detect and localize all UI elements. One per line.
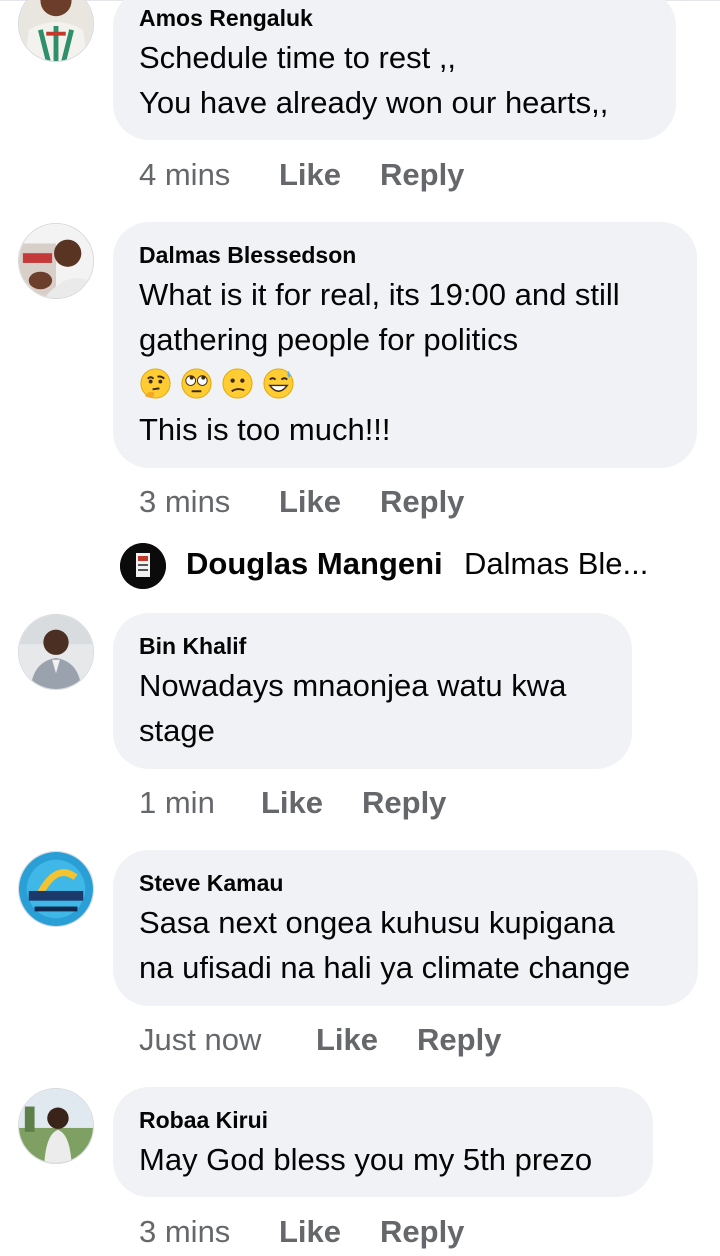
- like-button[interactable]: Like: [279, 1214, 341, 1250]
- comment-bubble: Amos Rengaluk Schedule time to rest ,, Y…: [113, 0, 676, 140]
- comment-time[interactable]: 1 min: [139, 785, 215, 821]
- comment-bubble: Bin Khalif Nowadays mnaonjea watu kwa st…: [113, 613, 632, 769]
- confused-face-icon: [222, 368, 253, 399]
- comment-text: This is too much!!!: [139, 412, 391, 447]
- reply-text: Dalmas Ble...: [464, 546, 649, 581]
- reply-button[interactable]: Reply: [417, 1022, 501, 1058]
- comment-bubble: Robaa Kirui May God bless you my 5th pre…: [113, 1087, 653, 1197]
- like-button[interactable]: Like: [261, 785, 323, 821]
- grinning-face-with-sweat-icon: [263, 368, 294, 399]
- reply-button[interactable]: Reply: [380, 1214, 464, 1250]
- face-with-rolling-eyes-icon: [181, 368, 212, 399]
- comment-author[interactable]: Bin Khalif: [139, 633, 246, 660]
- reply-button[interactable]: Reply: [362, 785, 446, 821]
- comment-author[interactable]: Amos Rengaluk: [139, 5, 313, 32]
- like-button[interactable]: Like: [279, 157, 341, 193]
- comment-text: Nowadays mnaonjea watu kwa: [139, 668, 567, 703]
- comment-text: May God bless you my 5th prezo: [139, 1142, 593, 1177]
- reply-button[interactable]: Reply: [380, 484, 464, 520]
- avatar[interactable]: [18, 851, 94, 927]
- comment-text: na ufisadi na hali ya climate change: [139, 950, 631, 985]
- comment-text: gathering people for politics: [139, 322, 519, 357]
- comment-time[interactable]: 4 mins: [139, 157, 230, 193]
- avatar[interactable]: [18, 0, 94, 62]
- like-button[interactable]: Like: [316, 1022, 378, 1058]
- comment-time[interactable]: Just now: [139, 1022, 261, 1058]
- avatar[interactable]: [18, 1088, 94, 1164]
- comment-author[interactable]: Dalmas Blessedson: [139, 242, 356, 269]
- reply-button[interactable]: Reply: [380, 157, 464, 193]
- reply-author[interactable]: Douglas Mangeni: [186, 546, 443, 582]
- comment-time[interactable]: 3 mins: [139, 484, 230, 520]
- comment-text: stage: [139, 713, 215, 748]
- avatar[interactable]: [18, 614, 94, 690]
- comment-author[interactable]: Robaa Kirui: [139, 1107, 268, 1134]
- comment-text: Schedule time to rest ,,: [139, 40, 457, 75]
- avatar[interactable]: [120, 543, 166, 589]
- comment-text: You have already won our hearts,,: [139, 85, 609, 120]
- comment-bubble: Dalmas Blessedson What is it for real, i…: [113, 222, 697, 468]
- comment-text: What is it for real, its 19:00 and still: [139, 277, 620, 312]
- emoji-row: [139, 367, 295, 400]
- comment-author[interactable]: Steve Kamau: [139, 870, 283, 897]
- like-button[interactable]: Like: [279, 484, 341, 520]
- comment-time[interactable]: 3 mins: [139, 1214, 230, 1250]
- comment-bubble: Steve Kamau Sasa next ongea kuhusu kupig…: [113, 850, 698, 1006]
- avatar[interactable]: [18, 223, 94, 299]
- comment-text: Sasa next ongea kuhusu kupigana: [139, 905, 615, 940]
- thinking-face-icon: [140, 368, 171, 399]
